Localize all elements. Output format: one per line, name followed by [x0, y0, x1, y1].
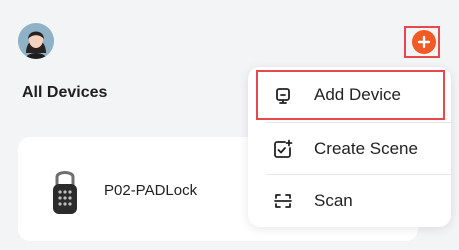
add-device-highlight — [256, 70, 445, 120]
user-avatar-icon — [18, 23, 54, 59]
device-name: P02-PADLock — [104, 182, 198, 199]
page-title: All Devices — [22, 84, 108, 101]
menu-item-create-scene[interactable]: Create Scene — [248, 123, 451, 175]
menu-item-scan[interactable]: Scan — [248, 175, 451, 227]
add-button[interactable] — [412, 30, 436, 54]
scan-icon — [272, 190, 294, 212]
padlock-icon — [48, 165, 82, 217]
avatar[interactable] — [18, 23, 54, 59]
menu-item-label: Scan — [314, 191, 353, 210]
create-scene-icon — [272, 138, 294, 160]
menu-item-label: Create Scene — [314, 139, 418, 158]
plus-icon — [417, 35, 431, 49]
